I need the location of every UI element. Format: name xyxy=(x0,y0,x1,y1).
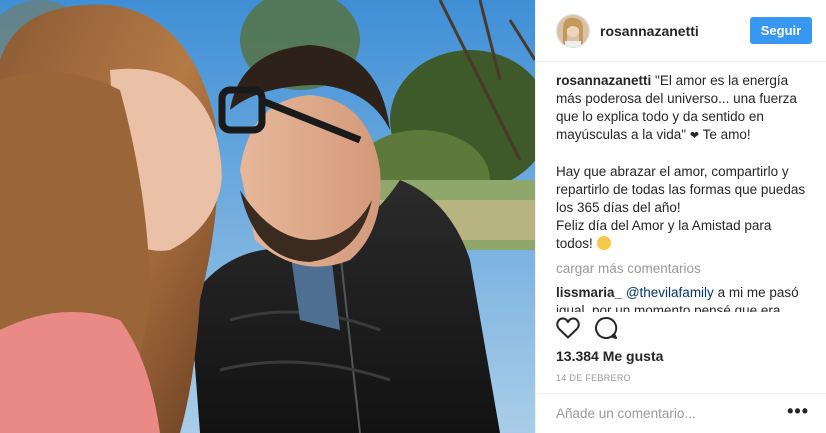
comments-list[interactable]: rosannazanetti "El amor es la energía má… xyxy=(536,62,826,312)
avatar[interactable] xyxy=(556,13,590,48)
comment-username[interactable]: lissmaria_ xyxy=(556,285,622,300)
follow-button[interactable]: Seguir xyxy=(750,17,812,44)
comment-item: lissmaria_ @thevilafamily a mi me pasó i… xyxy=(556,284,807,312)
load-more-comments-link[interactable]: cargar más comentarios xyxy=(556,260,807,278)
comment-bubble-icon[interactable] xyxy=(592,314,620,342)
smiling-face-emoji-icon xyxy=(596,236,611,250)
caption-username[interactable]: rosannazanetti xyxy=(556,73,651,88)
more-options-button[interactable]: ••• xyxy=(787,402,809,420)
username[interactable]: rosannazanetti xyxy=(600,23,699,39)
post-photo[interactable] xyxy=(0,0,535,433)
heart-outline-icon[interactable] xyxy=(554,314,582,342)
post-actions xyxy=(536,312,826,344)
post-caption: rosannazanetti "El amor es la energía má… xyxy=(556,72,807,253)
comment-input[interactable] xyxy=(556,406,776,421)
heart-emoji: ❤ xyxy=(689,130,700,142)
caption-text-2: Te amo! Hay que abrazar el amor, compart… xyxy=(556,127,806,251)
comment-mention[interactable]: @thevilafamily xyxy=(626,285,714,300)
post-side-panel: rosannazanetti Seguir rosannazanetti "El… xyxy=(535,0,826,433)
likes-count[interactable]: 13.384 Me gusta xyxy=(556,348,663,364)
add-comment-section: ••• xyxy=(536,393,826,433)
post-date: 14 DE FEBRERO xyxy=(556,373,631,383)
post-header: rosannazanetti Seguir xyxy=(536,0,826,62)
